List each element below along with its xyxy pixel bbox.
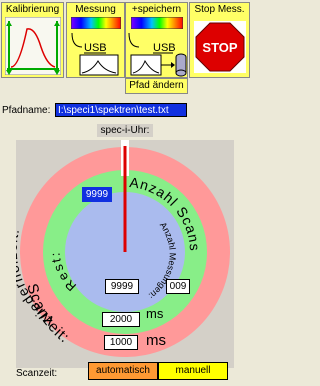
spec-i-uhr-label: spec-i-Uhr:: [97, 124, 153, 137]
usb-icon: USB: [71, 32, 119, 76]
spectrum-rainbow-icon-2: [131, 17, 183, 29]
svg-text:USB: USB: [153, 42, 176, 54]
scanzeit-label: Scanzeit:: [16, 368, 58, 379]
kalibrierung-label: Kalibrierung: [5, 4, 60, 15]
anzahl-scans-field[interactable]: 009: [166, 279, 190, 294]
wiederholzeit-unit: ms: [146, 306, 164, 321]
stop-label: Stop Mess.: [194, 4, 245, 15]
spec-i-uhr-dial: Anzahl Scans: Anzahl Messungen: Rest: Wi…: [16, 140, 234, 368]
pfadname-field[interactable]: I:\speci1\spektren\test.txt: [55, 103, 187, 117]
wiederholzeit-field[interactable]: 2000: [102, 312, 140, 327]
pfadname-label: Pfadname:: [2, 105, 51, 116]
messung-label: Messung: [75, 4, 116, 15]
stop-messung-button[interactable]: Stop Mess. STOP: [189, 2, 250, 78]
speichern-button[interactable]: +speichern USB: [125, 2, 188, 78]
messung-button[interactable]: Messung USB: [66, 2, 125, 78]
automatisch-button[interactable]: automatisch: [88, 362, 158, 380]
manuell-button[interactable]: manuell: [158, 362, 228, 380]
calibration-curve-icon: [5, 17, 61, 75]
toolbar: Kalibrierung Messung USB +speichern USB …: [0, 0, 251, 86]
pfad-aendern-button[interactable]: Pfad ändern: [125, 78, 188, 94]
stop-sign-icon: STOP: [194, 21, 246, 73]
stop-sign-text: STOP: [202, 40, 237, 55]
rest-value: 9999: [82, 187, 112, 202]
anzahl-messungen-field[interactable]: 9999: [105, 279, 139, 294]
speichern-label: +speichern: [131, 4, 182, 15]
scanzeit-field[interactable]: 1000: [104, 335, 138, 350]
spectrum-rainbow-icon: [71, 17, 121, 29]
save-to-disk-icon: USB: [128, 32, 187, 77]
kalibrierung-button[interactable]: Kalibrierung: [1, 2, 64, 78]
svg-text:USB: USB: [84, 42, 107, 54]
scanzeit-unit: ms: [146, 332, 166, 349]
dial-graphic: Anzahl Scans: Anzahl Messungen: Rest: Wi…: [16, 140, 230, 357]
